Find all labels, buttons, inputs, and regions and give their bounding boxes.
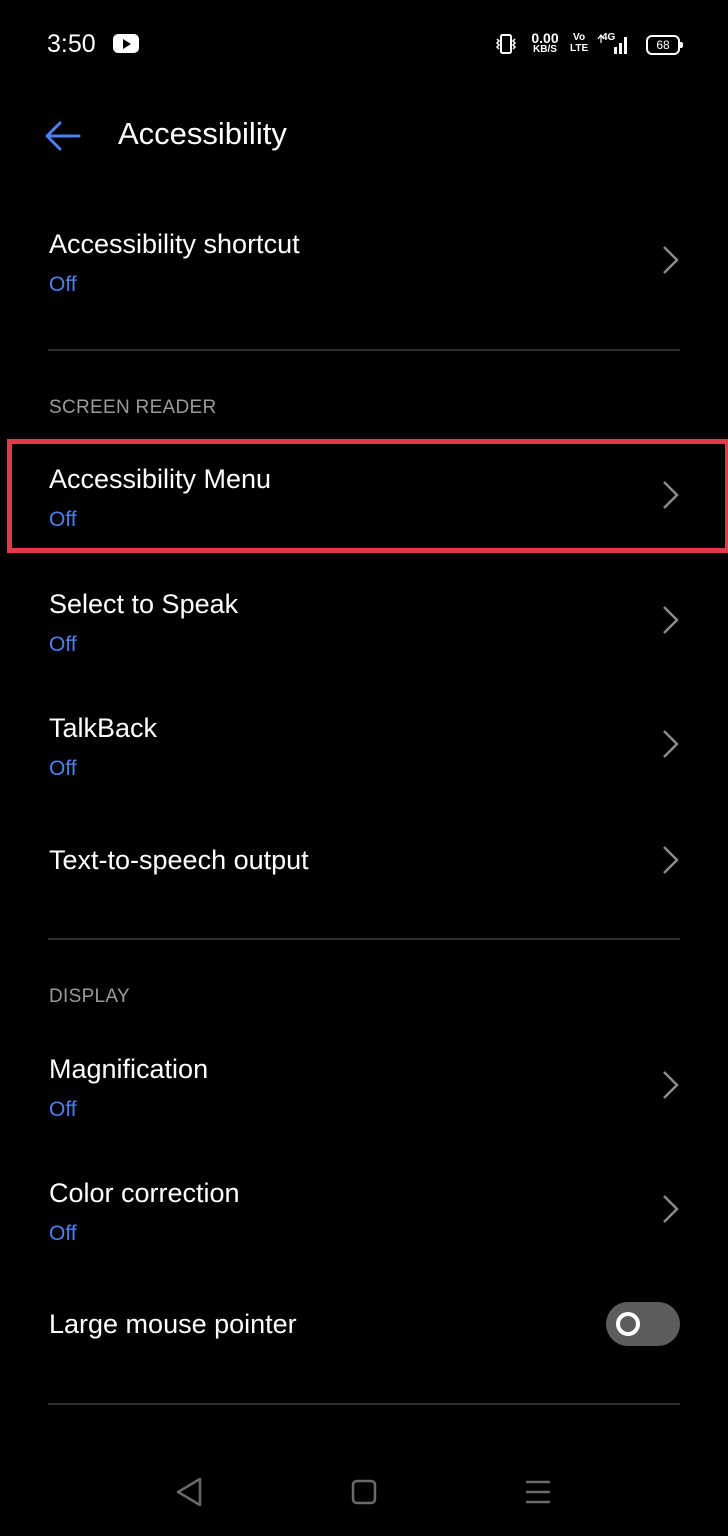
item-label: Select to Speak <box>49 589 239 619</box>
section-header-screen-reader: SCREEN READER <box>49 397 217 418</box>
back-nav-icon[interactable] <box>174 1476 204 1508</box>
list-item-accessibility-shortcut[interactable]: Accessibility shortcut Off <box>0 205 728 325</box>
item-status: Off <box>49 757 77 780</box>
back-arrow-icon[interactable] <box>44 118 82 154</box>
chevron-right-icon <box>663 1195 679 1223</box>
item-label: Large mouse pointer <box>49 1309 297 1339</box>
item-status: Off <box>49 1222 77 1245</box>
highlight-box <box>7 439 728 553</box>
volte-top: Vo <box>573 32 586 43</box>
list-item-magnification[interactable]: Magnification Off <box>0 1030 728 1140</box>
signal-icon <box>597 34 627 54</box>
home-nav-icon[interactable] <box>350 1478 378 1506</box>
large-mouse-pointer-toggle[interactable] <box>606 1302 680 1346</box>
network-speed: 0.00 KB/S <box>528 31 562 55</box>
item-label: Accessibility shortcut <box>49 229 300 259</box>
item-label: TalkBack <box>49 713 158 743</box>
divider <box>48 1403 680 1405</box>
item-label: Magnification <box>49 1054 209 1084</box>
item-label: Text-to-speech output <box>49 845 309 875</box>
recents-menu-icon[interactable] <box>524 1478 552 1506</box>
youtube-notification-icon <box>113 34 139 53</box>
item-status: Off <box>49 273 77 296</box>
list-item-color-correction[interactable]: Color correction Off <box>0 1154 728 1264</box>
volte-bottom: LTE <box>570 43 589 54</box>
chevron-right-icon <box>663 846 679 874</box>
list-item-select-to-speak[interactable]: Select to Speak Off <box>0 565 728 675</box>
network-speed-unit: KB/S <box>533 44 557 55</box>
item-status: Off <box>49 633 77 656</box>
battery-icon: 68 <box>646 35 683 55</box>
vibrate-icon <box>495 34 517 54</box>
list-item-talkback[interactable]: TalkBack Off <box>0 689 728 799</box>
item-label: Color correction <box>49 1178 240 1208</box>
chevron-right-icon <box>663 1071 679 1099</box>
volte-indicator: Vo LTE <box>570 32 588 54</box>
item-status: Off <box>49 1098 77 1121</box>
chevron-right-icon <box>663 606 679 634</box>
toggle-knob <box>616 1312 640 1336</box>
chevron-right-icon <box>663 246 679 274</box>
network-speed-value: 0.00 <box>531 30 559 46</box>
list-item-text-to-speech-output[interactable]: Text-to-speech output <box>0 815 728 905</box>
status-time: 3:50 <box>47 30 96 58</box>
divider <box>48 938 680 940</box>
divider <box>48 349 680 351</box>
page-title: Accessibility <box>118 116 287 151</box>
chevron-right-icon <box>663 730 679 758</box>
section-header-display: DISPLAY <box>49 986 130 1007</box>
